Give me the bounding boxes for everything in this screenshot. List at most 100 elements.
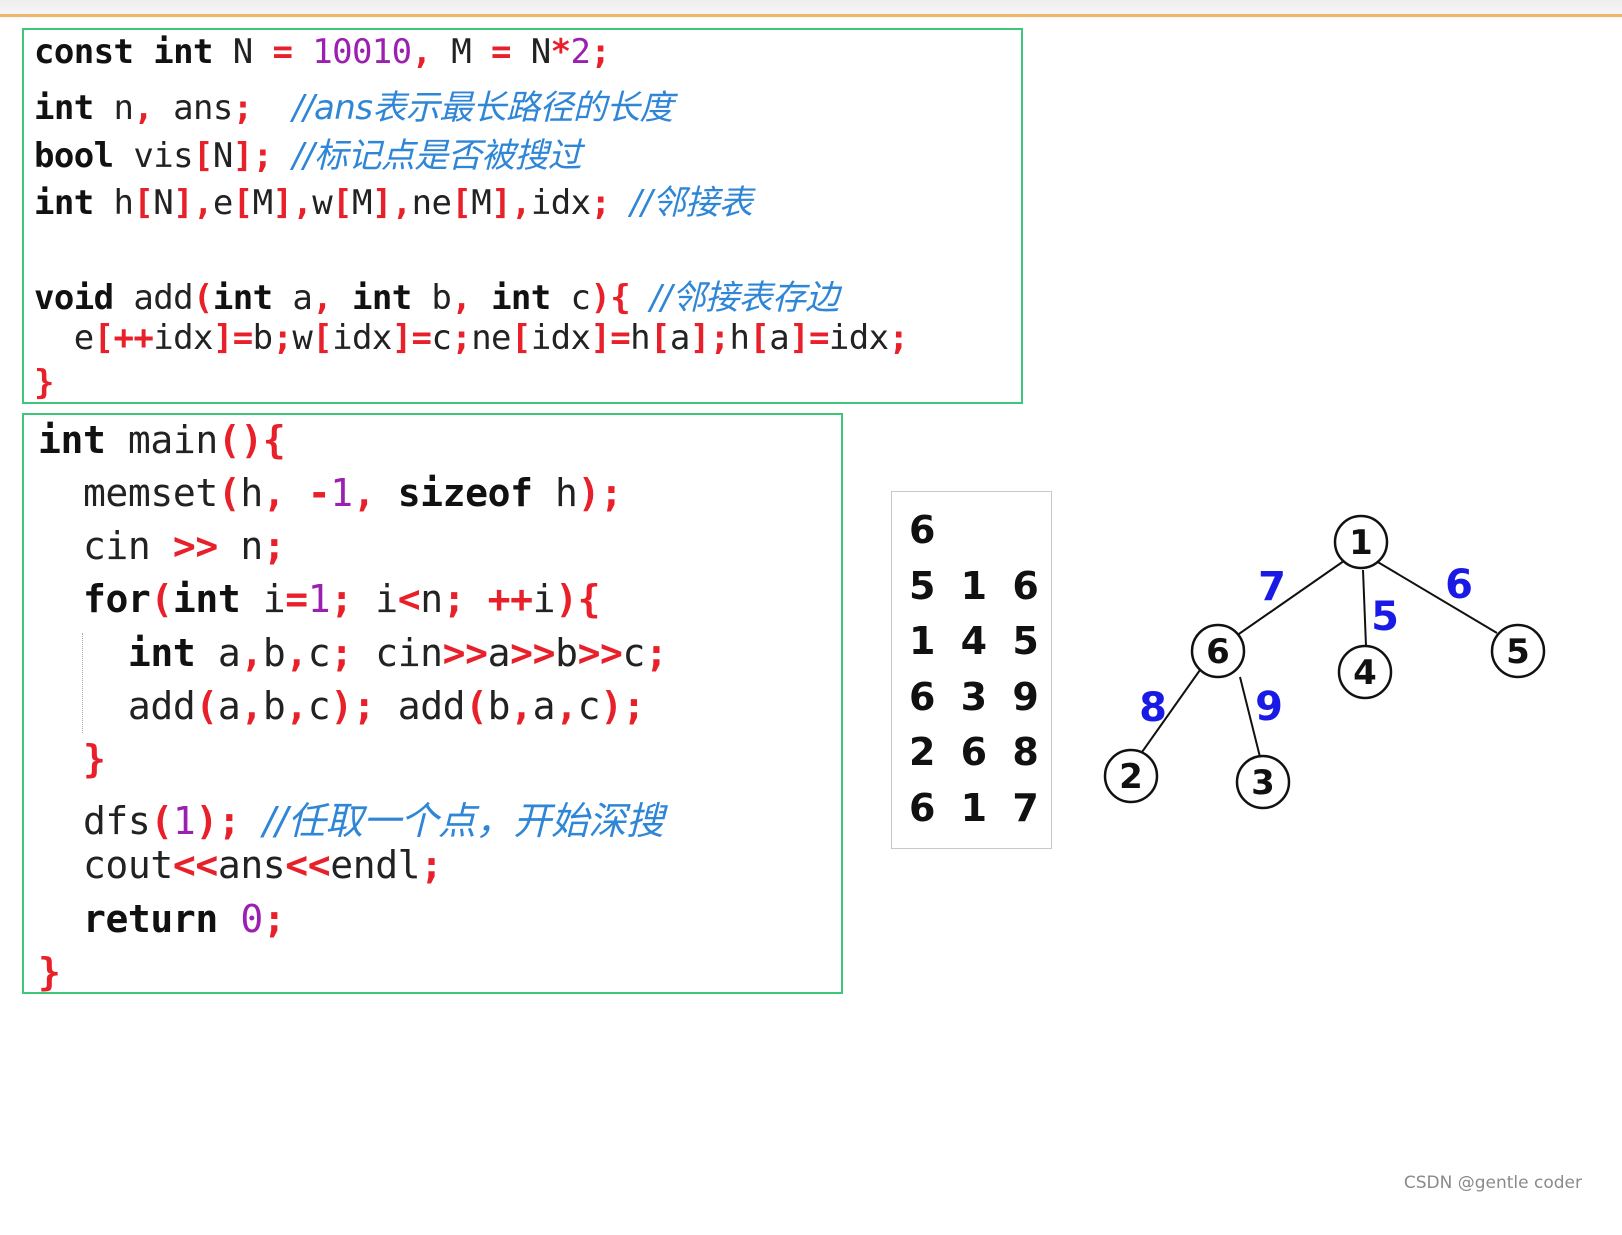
code-number: 10010 (312, 32, 412, 72)
code-operator: } (34, 363, 54, 403)
code-keyword: void (34, 278, 114, 318)
code-operator: ; (442, 577, 466, 621)
code-operator: , (285, 684, 308, 728)
code-operator: >> (442, 631, 488, 675)
code-text: ans (217, 843, 286, 887)
code-text: ans (153, 88, 233, 128)
code-operator: ]= (789, 318, 829, 358)
code-line: } (38, 737, 106, 781)
code-text: endl (330, 843, 421, 887)
code-operator: (){ (217, 418, 286, 462)
code-text: i (240, 577, 286, 621)
code-text: h (93, 183, 134, 223)
code-text: idx (332, 318, 392, 358)
code-operator: [ (510, 318, 531, 358)
code-text: c (550, 278, 591, 318)
code-operator: [ (332, 183, 352, 223)
node-label-3: 3 (1251, 763, 1275, 803)
code-operator: ; (451, 318, 472, 358)
edge-weight-6-3: 9 (1255, 684, 1283, 730)
input-line: 1 4 5 (909, 619, 1045, 663)
code-number: 2 (570, 32, 591, 72)
code-text: n (217, 524, 263, 568)
code-line: bool vis[N]; //标记点是否被搜过 (34, 128, 582, 177)
code-operator: ); (600, 684, 646, 728)
code-line: } (34, 363, 54, 403)
code-operator: ], (173, 183, 213, 223)
code-operator: ); (577, 471, 623, 515)
code-line: return 0; (38, 897, 286, 941)
code-text: dfs (38, 799, 151, 843)
code-text: h (630, 318, 651, 358)
node-label-4: 4 (1353, 653, 1377, 693)
code-operator: ){ (590, 278, 631, 318)
code-operator: ( (150, 577, 173, 621)
input-line: 5 1 6 (909, 564, 1045, 608)
input-line: 6 (909, 508, 942, 552)
code-keyword: int (351, 278, 412, 318)
code-operator: , (555, 684, 578, 728)
code-keyword: const (34, 32, 134, 72)
input-line: 6 1 7 (909, 786, 1045, 830)
code-text: b (487, 684, 511, 728)
code-operator: = (285, 577, 308, 621)
code-operator: [ (650, 318, 670, 358)
code-operator: ; (262, 897, 286, 941)
edge-weight-1-5: 6 (1445, 562, 1473, 608)
code-line: cin >> n; (38, 524, 286, 568)
code-operator: ( (465, 684, 488, 728)
code-operator: - (307, 471, 331, 515)
code-operator: << (285, 843, 331, 887)
code-keyword: int (34, 183, 94, 223)
code-line: e[++idx]=b;w[idx]=c;ne[idx]=h[a];h[a]=id… (34, 318, 909, 358)
code-line: int h[N],e[M],w[M],ne[M],idx; //邻接表 (34, 175, 753, 224)
code-operator: ( (192, 278, 213, 318)
code-text: a (195, 631, 241, 675)
code-operator: >> (510, 631, 556, 675)
code-operator: [ (232, 183, 253, 223)
sample-input-box: 6 5 1 6 1 4 5 6 3 9 2 6 8 6 1 7 (891, 491, 1052, 849)
code-text: cin (352, 631, 443, 675)
code-keyword: int (38, 418, 106, 462)
code-keyword: sizeof (397, 471, 533, 515)
code-operator: , (411, 32, 432, 72)
code-keyword: int (212, 278, 273, 318)
code-text: N (212, 136, 233, 176)
code-operator: < (397, 577, 421, 621)
code-keyword: int (491, 278, 551, 318)
code-text: M (351, 183, 372, 223)
code-operator: , (352, 471, 376, 515)
code-text: n (420, 577, 443, 621)
code-operator: ], (491, 183, 531, 223)
code-operator: , (451, 278, 472, 318)
input-line: 2 6 8 (909, 730, 1045, 774)
code-operator: ; (232, 88, 253, 128)
code-text: a (532, 684, 556, 728)
code-operator: ; (645, 631, 668, 675)
code-keyword: int (153, 32, 213, 72)
code-text: e (34, 318, 94, 358)
code-operator: } (38, 950, 61, 994)
code-text: N (212, 32, 273, 72)
code-comment: //邻接表存边 (650, 278, 839, 318)
code-text: c (431, 318, 452, 358)
code-text: i (532, 577, 556, 621)
code-text: h (532, 471, 578, 515)
code-text: h (729, 318, 750, 358)
edge-weight-1-4: 5 (1371, 594, 1399, 640)
code-operator: ]; (689, 318, 730, 358)
code-text: b (262, 684, 286, 728)
code-text: N (153, 183, 174, 223)
code-operator: ); (195, 799, 241, 843)
code-line: } (38, 950, 61, 994)
code-text: a (669, 318, 690, 358)
code-keyword: for (82, 577, 151, 621)
code-comment: //任取一个点，开始深搜 (262, 799, 664, 843)
